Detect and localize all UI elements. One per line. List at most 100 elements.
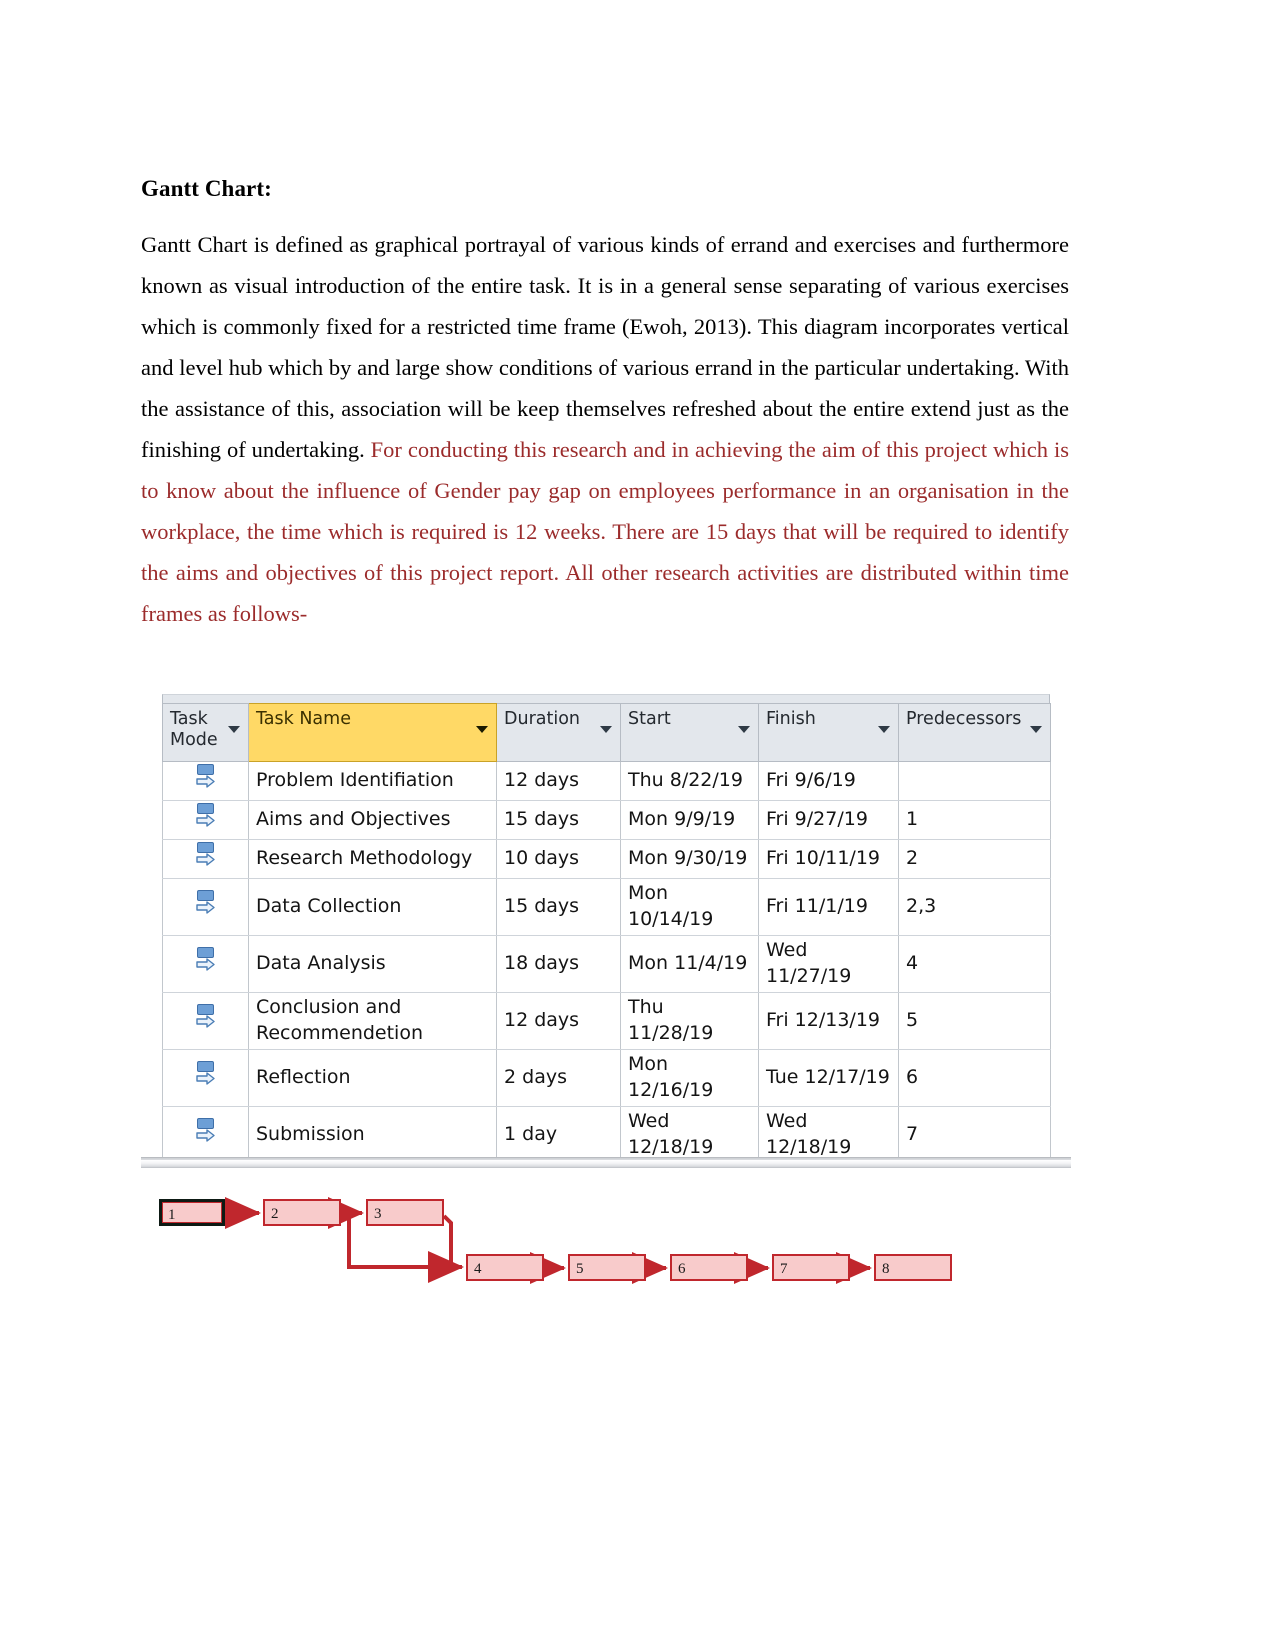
cell-finish[interactable]: Fri 9/27/19: [758, 800, 899, 840]
cell-predecessors[interactable]: 2: [898, 839, 1051, 879]
network-node-2[interactable]: 2: [263, 1199, 341, 1226]
cell-predecessors[interactable]: 5: [898, 992, 1051, 1050]
cell-task-mode[interactable]: [162, 839, 249, 879]
auto-schedule-icon: [195, 763, 219, 790]
cell-duration[interactable]: 12 days: [496, 992, 621, 1050]
network-node-6[interactable]: 6: [670, 1254, 748, 1281]
cell-start[interactable]: Mon 12/16/19: [620, 1049, 759, 1107]
auto-schedule-icon: [195, 841, 219, 868]
cell-task-mode[interactable]: [162, 878, 249, 936]
auto-schedule-icon: [195, 1003, 219, 1030]
cell-predecessors[interactable]: [898, 761, 1051, 801]
cell-duration[interactable]: 2 days: [496, 1049, 621, 1107]
cell-predecessors[interactable]: 6: [898, 1049, 1051, 1107]
table-row[interactable]: Conclusion and Recommendetion 12 days Thu …: [162, 992, 1051, 1050]
table-row[interactable]: Submission 1 day Wed 12/18/19 Wed 12/18/19 7: [162, 1106, 1051, 1164]
table-row[interactable]: Problem Identifiation 12 days Thu 8/22/19 F…: [162, 761, 1051, 801]
cell-finish[interactable]: Fri 11/1/19: [758, 878, 899, 936]
column-label-predecessors: Predecessors: [906, 709, 1022, 729]
cell-task-mode[interactable]: [162, 800, 249, 840]
cell-duration[interactable]: 18 days: [496, 935, 621, 993]
cell-task-name[interactable]: Aims and Objectives: [248, 800, 497, 840]
filter-dropdown-icon-task-name[interactable]: [476, 726, 488, 733]
cell-task-name[interactable]: Reflection: [248, 1049, 497, 1107]
network-node-5[interactable]: 5: [568, 1254, 646, 1281]
cell-duration[interactable]: 15 days: [496, 878, 621, 936]
page-title: Gantt Chart:: [141, 176, 272, 201]
table-header-row: Task Mode Task Name Duration Start Finis…: [162, 703, 1051, 762]
cell-task-mode[interactable]: [162, 992, 249, 1050]
auto-schedule-icon: [195, 889, 219, 916]
cell-duration[interactable]: 1 day: [496, 1106, 621, 1164]
cell-task-mode[interactable]: [162, 1049, 249, 1107]
cell-start[interactable]: Mon 10/14/19: [620, 878, 759, 936]
filter-dropdown-icon-finish[interactable]: [878, 726, 890, 733]
column-label-task-name: Task Name: [256, 709, 351, 729]
cell-duration[interactable]: 10 days: [496, 839, 621, 879]
filter-dropdown-icon-start[interactable]: [738, 726, 750, 733]
cell-start[interactable]: Mon 11/4/19: [620, 935, 759, 993]
document-body: Gantt Chart: Gantt Chart is defined as g…: [141, 176, 1069, 634]
column-header-task-name[interactable]: Task Name: [248, 703, 497, 762]
cell-predecessors[interactable]: 1: [898, 800, 1051, 840]
cell-start[interactable]: Thu 11/28/19: [620, 992, 759, 1050]
auto-schedule-icon: [195, 946, 219, 973]
filter-dropdown-icon-task-mode[interactable]: [228, 726, 240, 733]
cell-task-mode[interactable]: [162, 1106, 249, 1164]
filter-dropdown-icon-duration[interactable]: [600, 726, 612, 733]
cell-duration[interactable]: 12 days: [496, 761, 621, 801]
cell-finish[interactable]: Fri 10/11/19: [758, 839, 899, 879]
column-header-start[interactable]: Start: [620, 703, 759, 762]
cell-task-name[interactable]: Research Methodology: [248, 839, 497, 879]
paragraph-red-run: For conducting this research and in achi…: [141, 437, 1069, 626]
cell-finish[interactable]: Tue 12/17/19: [758, 1049, 899, 1107]
document-page: Gantt Chart: Gantt Chart is defined as g…: [0, 0, 1275, 1651]
column-label-start: Start: [628, 709, 671, 729]
network-node-1[interactable]: 1: [159, 1199, 225, 1226]
filter-dropdown-icon-predecessors[interactable]: [1030, 726, 1042, 733]
column-header-predecessors[interactable]: Predecessors: [898, 703, 1051, 762]
cell-start[interactable]: Mon 9/30/19: [620, 839, 759, 879]
column-label-finish: Finish: [766, 709, 816, 729]
cell-start[interactable]: Mon 9/9/19: [620, 800, 759, 840]
network-node-4[interactable]: 4: [466, 1254, 544, 1281]
auto-schedule-icon: [195, 802, 219, 829]
cell-start[interactable]: Wed 12/18/19: [620, 1106, 759, 1164]
cell-finish[interactable]: Fri 9/6/19: [758, 761, 899, 801]
table-row[interactable]: Aims and Objectives 15 days Mon 9/9/19 Fri …: [162, 800, 1051, 840]
task-grid: Task Mode Task Name Duration Start Finis…: [162, 703, 1051, 1164]
cell-task-name[interactable]: Conclusion and Recommendetion: [248, 992, 497, 1050]
column-label-duration: Duration: [504, 709, 581, 729]
auto-schedule-icon: [195, 1060, 219, 1087]
cell-start[interactable]: Thu 8/22/19: [620, 761, 759, 801]
network-node-8[interactable]: 8: [874, 1254, 952, 1281]
cell-predecessors[interactable]: 2,3: [898, 878, 1051, 936]
table-row[interactable]: Research Methodology 10 days Mon 9/30/19 Fr…: [162, 839, 1051, 879]
cell-task-mode[interactable]: [162, 761, 249, 801]
cell-duration[interactable]: 15 days: [496, 800, 621, 840]
cell-finish[interactable]: Wed 11/27/19: [758, 935, 899, 993]
cell-task-name[interactable]: Data Collection: [248, 878, 497, 936]
body-paragraph: Gantt Chart is defined as graphical port…: [141, 224, 1069, 634]
auto-schedule-icon: [195, 1117, 219, 1144]
cell-predecessors[interactable]: 7: [898, 1106, 1051, 1164]
column-header-task-mode[interactable]: Task Mode: [162, 703, 249, 762]
cell-task-name[interactable]: Data Analysis: [248, 935, 497, 993]
cell-finish[interactable]: Fri 12/13/19: [758, 992, 899, 1050]
cell-task-name[interactable]: Problem Identifiation: [248, 761, 497, 801]
table-row[interactable]: Reflection 2 days Mon 12/16/19 Tue 12/17/19…: [162, 1049, 1051, 1107]
network-node-3[interactable]: 3: [366, 1199, 444, 1226]
paragraph-black-run: Gantt Chart is defined as graphical port…: [141, 232, 1069, 462]
cell-predecessors[interactable]: 4: [898, 935, 1051, 993]
table-row[interactable]: Data Collection 15 days Mon 10/14/19 Fri 11…: [162, 878, 1051, 936]
task-grid-body: Problem Identifiation 12 days Thu 8/22/19 F…: [162, 761, 1051, 1164]
cell-task-mode[interactable]: [162, 935, 249, 993]
cell-finish[interactable]: Wed 12/18/19: [758, 1106, 899, 1164]
horizontal-rule: [141, 1157, 1071, 1168]
table-row[interactable]: Data Analysis 18 days Mon 11/4/19 Wed 11/27…: [162, 935, 1051, 993]
network-canvas: 1 23 45678: [141, 1179, 1071, 1297]
column-header-duration[interactable]: Duration: [496, 703, 621, 762]
network-node-7[interactable]: 7: [772, 1254, 850, 1281]
column-header-finish[interactable]: Finish: [758, 703, 899, 762]
cell-task-name[interactable]: Submission: [248, 1106, 497, 1164]
